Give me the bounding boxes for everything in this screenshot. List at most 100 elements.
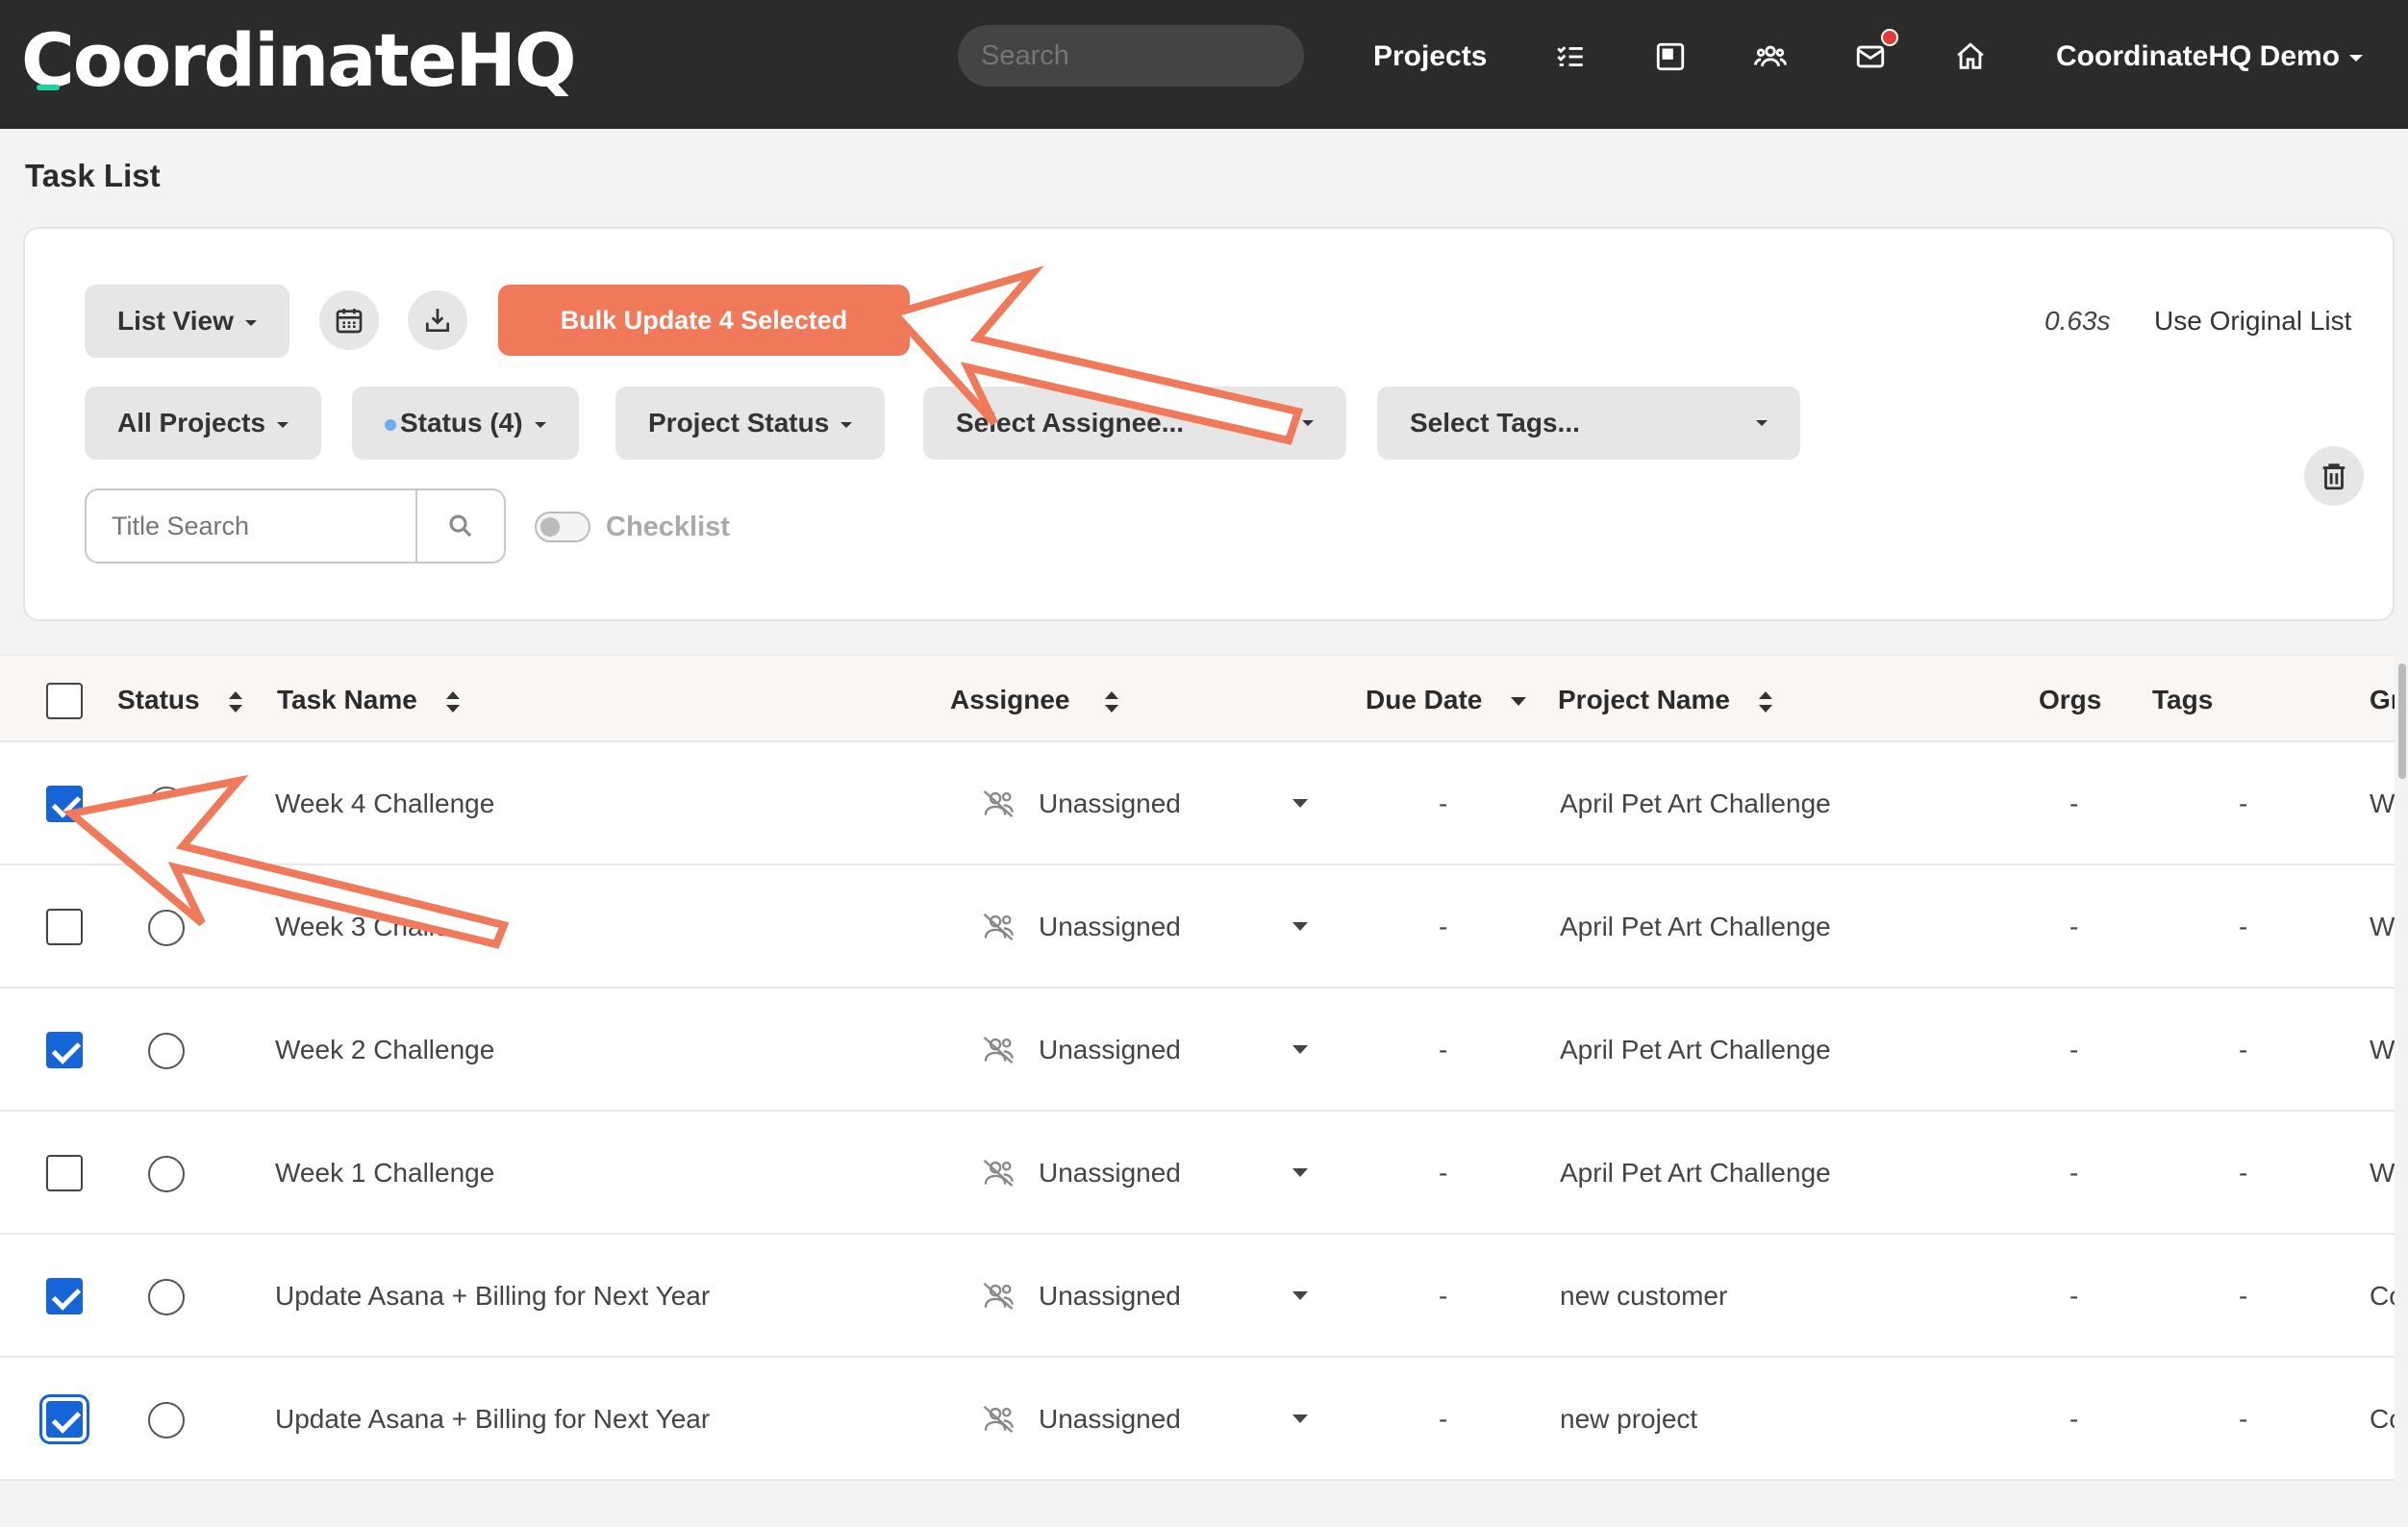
task-name-cell[interactable]: Week 4 Challenge: [275, 742, 948, 865]
unassigned-user-icon: [983, 790, 1014, 817]
project-name-cell[interactable]: April Pet Art Challenge: [1560, 865, 2002, 989]
tags-select[interactable]: Select Tags...: [1377, 387, 1800, 460]
task-status-circle[interactable]: [148, 910, 185, 946]
task-name-cell[interactable]: Week 1 Challenge: [275, 1112, 948, 1235]
assignee-cell[interactable]: Unassigned: [1039, 989, 1269, 1112]
assignee-select[interactable]: Select Assignee...: [923, 387, 1346, 460]
assignee-cell[interactable]: Unassigned: [1039, 1112, 1269, 1235]
column-header-task-name[interactable]: Task Name: [277, 656, 460, 744]
chevron-down-icon: [840, 421, 853, 428]
task-status-circle[interactable]: [148, 787, 185, 823]
assignee-dropdown-caret[interactable]: [1292, 799, 1308, 808]
assignee-dropdown-caret[interactable]: [1292, 922, 1308, 931]
export-button[interactable]: [408, 290, 467, 350]
assignee-cell[interactable]: Unassigned: [1039, 865, 1269, 989]
due-date-cell: -: [1439, 1281, 1448, 1311]
task-name-cell[interactable]: Week 2 Challenge: [275, 989, 948, 1112]
project-name-cell[interactable]: April Pet Art Challenge: [1560, 1112, 2002, 1235]
assignee-cell[interactable]: Unassigned: [1039, 1358, 1269, 1481]
task-status-circle[interactable]: [148, 1156, 185, 1192]
project-name-cell[interactable]: new customer: [1560, 1235, 2002, 1358]
global-search-input[interactable]: [958, 25, 1304, 87]
assignee-cell[interactable]: Unassigned: [1039, 1235, 1269, 1358]
table-row[interactable]: Update Asana + Billing for Next Year Unas…: [0, 1358, 2395, 1481]
checklist-label: Checklist: [606, 512, 730, 542]
row-select-checkbox[interactable]: [46, 786, 83, 822]
select-all-checkbox[interactable]: [46, 683, 83, 719]
table-row[interactable]: Update Asana + Billing for Next Year Unas…: [0, 1235, 2395, 1358]
row-select-checkbox[interactable]: [46, 1155, 83, 1191]
notification-dot: [1881, 29, 1898, 46]
assignee-dropdown-caret[interactable]: [1292, 1045, 1308, 1054]
sort-icon: [1104, 690, 1118, 713]
all-projects-label: All Projects: [117, 408, 266, 438]
project-status-dropdown[interactable]: Project Status: [615, 387, 886, 460]
unassigned-user-icon: [983, 914, 1014, 940]
home-icon[interactable]: [1946, 33, 1994, 81]
task-name-cell[interactable]: Update Asana + Billing for Next Year: [275, 1235, 948, 1358]
calendar-button[interactable]: [319, 290, 379, 350]
row-select-checkbox[interactable]: [46, 1278, 83, 1314]
column-header-project-name[interactable]: Project Name: [1558, 656, 1772, 744]
column-header-due-date[interactable]: Due Date: [1366, 656, 1527, 744]
load-time-label: 0.63s: [2044, 306, 2111, 336]
tasks-icon[interactable]: [1546, 33, 1594, 81]
list-view-dropdown[interactable]: List View: [85, 285, 289, 358]
column-header-status[interactable]: Status: [117, 656, 242, 744]
table-row[interactable]: Week 2 Challenge Unassigned - April Pet Art…: [0, 989, 2395, 1112]
project-name-cell[interactable]: new project: [1560, 1358, 2002, 1481]
due-date-cell: -: [1439, 789, 1448, 818]
title-search-button[interactable]: [415, 488, 506, 563]
row-select-checkbox[interactable]: [39, 1394, 89, 1444]
column-header-group[interactable]: Gr: [2370, 656, 2395, 744]
assignee-cell[interactable]: Unassigned: [1039, 742, 1269, 865]
tags-cell: -: [2239, 789, 2248, 818]
assignee-dropdown-caret[interactable]: [1292, 1414, 1308, 1423]
people-icon[interactable]: [1746, 33, 1794, 81]
column-header-tags[interactable]: Tags: [2152, 656, 2213, 744]
board-icon[interactable]: [1646, 33, 1694, 81]
checklist-toggle[interactable]: [535, 512, 590, 542]
task-status-circle[interactable]: [148, 1402, 185, 1439]
column-header-assignee[interactable]: Assignee: [950, 656, 1118, 744]
clear-filters-button[interactable]: [2304, 446, 2364, 506]
row-select-checkbox[interactable]: [46, 1032, 83, 1068]
assignee-dropdown-caret[interactable]: [1292, 1291, 1308, 1300]
column-header-orgs[interactable]: Orgs: [2039, 656, 2101, 744]
unassigned-user-icon: [983, 1160, 1014, 1187]
logo-accent: [37, 85, 60, 90]
calendar-icon: [336, 309, 363, 334]
unassigned-user-icon: [983, 1406, 1014, 1433]
app-logo[interactable]: CoordinateHQ: [21, 17, 577, 104]
orgs-cell: -: [2069, 789, 2079, 818]
table-row[interactable]: Week 3 Challe Unassigned - April Pet Art Ch…: [0, 865, 2395, 989]
nav-projects-link[interactable]: Projects: [1373, 35, 1487, 79]
due-date-cell: -: [1439, 1035, 1448, 1064]
all-projects-dropdown[interactable]: All Projects: [85, 387, 322, 460]
task-name-cell[interactable]: Week 3 Challe: [275, 865, 948, 989]
title-search-input[interactable]: [85, 488, 419, 563]
group-cell: W: [2370, 1158, 2395, 1188]
orgs-cell: -: [2069, 1404, 2079, 1434]
table-row[interactable]: Week 1 Challenge Unassigned - April Pet Art…: [0, 1112, 2395, 1235]
task-status-circle[interactable]: [148, 1033, 185, 1069]
bulk-update-button[interactable]: Bulk Update 4 Selected: [498, 285, 910, 356]
user-menu[interactable]: CoordinateHQ Demo: [2056, 35, 2364, 79]
sort-desc-icon: [1511, 697, 1527, 707]
status-filter-dropdown[interactable]: Status (4): [352, 387, 579, 460]
task-status-circle[interactable]: [148, 1279, 185, 1315]
task-table-body: Week 4 Challenge Unassigned - April Pet Art…: [0, 742, 2395, 1481]
chevron-down-icon: [534, 421, 546, 428]
chevron-down-icon: [1756, 420, 1768, 426]
table-header: Status Task Name Assignee Due Date Proje…: [0, 654, 2395, 742]
project-name-cell[interactable]: April Pet Art Challenge: [1560, 742, 2002, 865]
use-original-list-link[interactable]: Use Original List: [2154, 304, 2351, 338]
task-name-header-label: Task Name: [277, 685, 417, 714]
project-name-cell[interactable]: April Pet Art Challenge: [1560, 989, 2002, 1112]
table-row[interactable]: Week 4 Challenge Unassigned - April Pet Art…: [0, 742, 2395, 865]
sort-icon: [445, 690, 460, 713]
vertical-scrollbar[interactable]: [2398, 663, 2406, 779]
row-select-checkbox[interactable]: [46, 909, 83, 945]
assignee-dropdown-caret[interactable]: [1292, 1168, 1308, 1177]
task-name-cell[interactable]: Update Asana + Billing for Next Year: [275, 1358, 948, 1481]
